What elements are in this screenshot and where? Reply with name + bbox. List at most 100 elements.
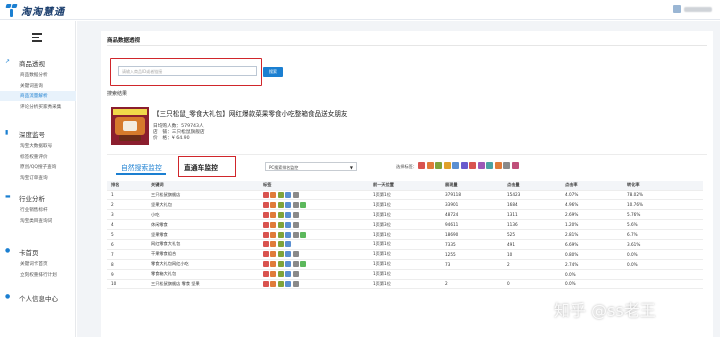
table-row[interactable]: 2 坚果大礼包 1页第1位 33901 1684 4.96% 10.76% bbox=[107, 199, 703, 211]
table-cell-kw[interactable]: 网红零食大礼包 bbox=[147, 239, 259, 250]
column-header[interactable]: 标签 bbox=[259, 181, 369, 191]
search-input[interactable]: 请输入商品ID或者链接 bbox=[118, 66, 257, 76]
table-row[interactable]: 4 休闲零食 1页第3位 94611 1136 1.20% 5.6% bbox=[107, 219, 703, 231]
table-cell-clk: 525 bbox=[503, 229, 561, 240]
filter-tag-chip[interactable] bbox=[418, 162, 425, 169]
table-cell-pos: 1页第1位 bbox=[369, 279, 441, 290]
sidebar-item-label: 立刻权重排行计划 bbox=[20, 272, 57, 278]
table-cell-pos: 1页第1位 bbox=[369, 249, 441, 260]
table-row[interactable]: 7 干果零食组合 1页第1位 1255 10 0.80% 0.0% bbox=[107, 249, 703, 260]
sidebar-item-label: 关键词查询 bbox=[20, 83, 43, 89]
table-row[interactable]: 8 零食大礼包网红小吃 1页第1位 73 2 2.74% 0.0% bbox=[107, 259, 703, 270]
filter-tag-chip[interactable] bbox=[511, 162, 519, 169]
filter-tag-chip[interactable] bbox=[452, 162, 459, 169]
filter-tag-chip[interactable] bbox=[494, 162, 502, 169]
sidebar-item[interactable]: 关键词卡首页 bbox=[0, 259, 76, 269]
table-cell-ctr: 2.69% bbox=[561, 209, 623, 221]
filter-tag-chip[interactable] bbox=[486, 162, 493, 169]
filter-tag-chip[interactable] bbox=[477, 162, 485, 169]
sidebar-section[interactable]: ▬ 行业分析 bbox=[0, 191, 76, 204]
table-cell-kw[interactable]: 零食箱大礼包 bbox=[147, 269, 259, 280]
tab-underline bbox=[116, 173, 166, 175]
table-cell-rank: 10 bbox=[107, 279, 147, 290]
panel-title: 商品数据透视 bbox=[107, 38, 141, 44]
sidebar-item[interactable]: 立刻权重排行计划 bbox=[0, 270, 76, 280]
table-cell-imp: 94611 bbox=[441, 219, 503, 231]
sidebar-section[interactable]: ↗ 商品透视 bbox=[0, 56, 76, 69]
table-cell-cvr: 0.0% bbox=[623, 259, 703, 270]
table-header: 排名 关键词 标签 前一天位置 展现量 点击量 点击率 转化率 bbox=[107, 181, 703, 191]
table-cell-kw[interactable]: 三只松鼠旗舰店 零食 坚果 bbox=[147, 279, 259, 290]
sidebar-item[interactable]: 淘宝类目查询词 bbox=[0, 216, 76, 226]
table-cell-kw[interactable]: 小吃 bbox=[147, 209, 259, 221]
tab-organic-search[interactable]: 自然搜索监控 bbox=[121, 162, 162, 172]
table-cell-imp: 379118 bbox=[441, 190, 503, 201]
search-button[interactable]: 搜索 bbox=[263, 67, 283, 77]
sidebar-section[interactable]: ● 卡首页 bbox=[0, 245, 76, 258]
filter-tag-chip[interactable] bbox=[435, 162, 442, 169]
product-title[interactable]: 【三只松鼠_零食大礼包】网红爆款菜果零食小吃整箱食品送女朋友 bbox=[153, 108, 348, 118]
table-cell-kw[interactable]: 三只松鼠旗舰店 bbox=[147, 190, 259, 201]
filter-tag-chip[interactable] bbox=[469, 162, 476, 169]
sidebar-item[interactable]: 商品流量解析 bbox=[0, 91, 76, 101]
table-cell-kw[interactable]: 坚果零食 bbox=[147, 229, 259, 240]
sidebar-item[interactable]: 淘宝大数据取号 bbox=[0, 141, 76, 151]
app-logo[interactable]: 淘淘慧通 bbox=[5, 3, 65, 18]
column-header[interactable]: 点击率 bbox=[561, 181, 623, 191]
avatar[interactable] bbox=[673, 5, 681, 13]
table-row[interactable]: 1 三只松鼠旗舰店 1页第1位 379118 15423 4.07% 78.02% bbox=[107, 190, 703, 201]
user-menu[interactable] bbox=[673, 5, 712, 13]
filter-tag-chip[interactable] bbox=[443, 162, 451, 169]
sidebar-item[interactable]: 关键词查询 bbox=[0, 81, 76, 91]
sidebar-item[interactable]: 商品数据分析 bbox=[0, 70, 76, 80]
tag-chip bbox=[285, 271, 292, 278]
table-cell-ctr: 0.80% bbox=[561, 249, 623, 260]
table-row[interactable]: 5 坚果零食 1页第1位 18690 525 2.81% 6.7% bbox=[107, 229, 703, 240]
select-value: PC搜索排名监控 bbox=[269, 165, 299, 170]
table-row[interactable]: 3 小吃 1页第1位 48724 1311 2.69% 5.76% bbox=[107, 209, 703, 221]
sidebar-section[interactable]: ● 个人信息中心 bbox=[0, 291, 76, 304]
table-cell-kw[interactable]: 休闲零食 bbox=[147, 219, 259, 231]
table-cell-imp: 2 bbox=[441, 279, 503, 290]
table-row[interactable]: 9 零食箱大礼包 1页第1位 0.0% bbox=[107, 269, 703, 280]
table-cell-imp: 1255 bbox=[441, 249, 503, 260]
sidebar-section-label: 商品透视 bbox=[19, 60, 45, 68]
tag-chip bbox=[263, 191, 269, 198]
tag-chip bbox=[263, 231, 269, 238]
filter-tag-chip[interactable] bbox=[503, 162, 510, 169]
table-cell-kw[interactable]: 坚果大礼包 bbox=[147, 199, 259, 211]
menu-toggle-icon[interactable] bbox=[32, 33, 42, 42]
table-cell-kw[interactable]: 零食大礼包网红小吃 bbox=[147, 259, 259, 270]
tag-chip bbox=[285, 241, 292, 248]
filter-tag-chip[interactable] bbox=[460, 162, 468, 169]
tag-chip bbox=[277, 280, 284, 287]
sidebar-item[interactable]: 标签权重评价 bbox=[0, 152, 76, 162]
table-cell-kw[interactable]: 干果零食组合 bbox=[147, 249, 259, 260]
sidebar-item[interactable]: 原创/QQ搜子查询 bbox=[0, 162, 76, 172]
table-cell-clk: 10 bbox=[503, 249, 561, 260]
filter-tag-chip[interactable] bbox=[426, 162, 434, 169]
tab-paid-search[interactable]: 直通车监控 bbox=[184, 162, 218, 172]
table-row[interactable]: 10 三只松鼠旗舰店 零食 坚果 1页第1位 2 0 0.0% bbox=[107, 279, 703, 290]
product-image[interactable] bbox=[111, 107, 149, 145]
column-header[interactable]: 点击量 bbox=[503, 181, 561, 191]
column-header[interactable]: 转化率 bbox=[623, 181, 703, 191]
column-header[interactable]: 排名 bbox=[107, 181, 147, 191]
content-panel: 商品数据透视 请输入商品ID或者链接 搜索 搜索结果 【三只松鼠_零食大礼包】网… bbox=[101, 31, 713, 337]
tag-chip bbox=[277, 251, 284, 258]
divider bbox=[107, 154, 707, 155]
app-title: 淘淘慧通 bbox=[21, 7, 65, 18]
monitor-type-select[interactable]: PC搜索排名监控 ▼ bbox=[265, 162, 357, 171]
table-row[interactable]: 6 网红零食大礼包 1页第1位 7335 491 6.69% 3.61% bbox=[107, 239, 703, 250]
tag-chip bbox=[299, 261, 306, 268]
column-header[interactable]: 前一天位置 bbox=[369, 181, 441, 191]
tag-chip bbox=[292, 191, 299, 198]
table-cell-rank: 7 bbox=[107, 249, 147, 260]
sidebar-section[interactable]: ▮ 深度监号 bbox=[0, 127, 76, 140]
sidebar-item[interactable]: 淘宝订单查询 bbox=[0, 173, 76, 183]
sidebar-item[interactable]: 行业销售标杆 bbox=[0, 205, 76, 215]
column-header[interactable]: 关键词 bbox=[147, 181, 259, 191]
sidebar-item[interactable]: 评论分析买家秀采集 bbox=[0, 102, 76, 112]
column-header[interactable]: 展现量 bbox=[441, 181, 503, 191]
table-cell-ctr: 6.69% bbox=[561, 239, 623, 250]
